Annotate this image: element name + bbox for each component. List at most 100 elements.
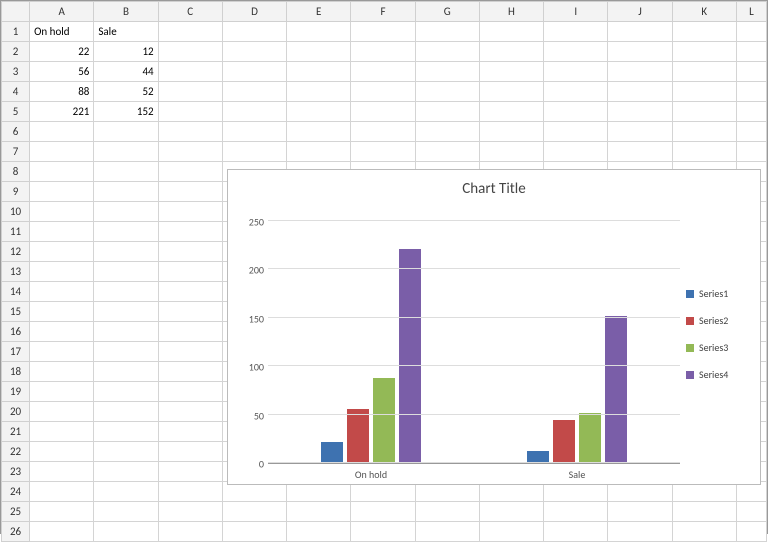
cell-C23[interactable]	[158, 462, 222, 482]
cell-C9[interactable]	[158, 182, 222, 202]
cell-K2[interactable]	[672, 42, 736, 62]
cell-B14[interactable]	[94, 282, 158, 302]
row-header-12[interactable]: 12	[2, 242, 30, 262]
cell-A10[interactable]	[30, 202, 94, 222]
cell-B17[interactable]	[94, 342, 158, 362]
cell-B15[interactable]	[94, 302, 158, 322]
cell-I7[interactable]	[544, 142, 608, 162]
row-header-25[interactable]: 25	[2, 502, 30, 522]
cell-C2[interactable]	[158, 42, 222, 62]
cell-A17[interactable]	[30, 342, 94, 362]
cell-I4[interactable]	[544, 82, 608, 102]
cell-J6[interactable]	[608, 122, 672, 142]
column-header-B[interactable]: B	[94, 2, 158, 22]
cell-L4[interactable]	[736, 82, 766, 102]
row-header-17[interactable]: 17	[2, 342, 30, 362]
row-header-21[interactable]: 21	[2, 422, 30, 442]
cell-I3[interactable]	[544, 62, 608, 82]
cell-A3[interactable]: 56	[30, 62, 94, 82]
row-header-22[interactable]: 22	[2, 442, 30, 462]
cell-B23[interactable]	[94, 462, 158, 482]
cell-K5[interactable]	[672, 102, 736, 122]
cell-C20[interactable]	[158, 402, 222, 422]
cell-D25[interactable]	[222, 502, 286, 522]
cell-C24[interactable]	[158, 482, 222, 502]
cell-E25[interactable]	[287, 502, 351, 522]
row-header-16[interactable]: 16	[2, 322, 30, 342]
row-header-6[interactable]: 6	[2, 122, 30, 142]
cell-C25[interactable]	[158, 502, 222, 522]
row-header-24[interactable]: 24	[2, 482, 30, 502]
cell-A2[interactable]: 22	[30, 42, 94, 62]
cell-A9[interactable]	[30, 182, 94, 202]
cell-L25[interactable]	[736, 502, 766, 522]
cell-J26[interactable]	[608, 522, 672, 542]
column-header-F[interactable]: F	[351, 2, 415, 22]
cell-H7[interactable]	[479, 142, 543, 162]
cell-H2[interactable]	[479, 42, 543, 62]
cell-B16[interactable]	[94, 322, 158, 342]
cell-H1[interactable]	[479, 22, 543, 42]
row-header-26[interactable]: 26	[2, 522, 30, 542]
cell-C10[interactable]	[158, 202, 222, 222]
cell-I1[interactable]	[544, 22, 608, 42]
cell-D5[interactable]	[222, 102, 286, 122]
row-header-18[interactable]: 18	[2, 362, 30, 382]
cell-A22[interactable]	[30, 442, 94, 462]
cell-C12[interactable]	[158, 242, 222, 262]
cell-C14[interactable]	[158, 282, 222, 302]
cell-A14[interactable]	[30, 282, 94, 302]
cell-B1[interactable]: Sale	[94, 22, 158, 42]
cell-C3[interactable]	[158, 62, 222, 82]
column-header-A[interactable]: A	[30, 2, 94, 22]
cell-B18[interactable]	[94, 362, 158, 382]
row-header-1[interactable]: 1	[2, 22, 30, 42]
legend-item-series3[interactable]: Series3	[686, 341, 750, 354]
cell-A18[interactable]	[30, 362, 94, 382]
row-header-13[interactable]: 13	[2, 262, 30, 282]
cell-C22[interactable]	[158, 442, 222, 462]
cell-K4[interactable]	[672, 82, 736, 102]
row-header-15[interactable]: 15	[2, 302, 30, 322]
cell-A8[interactable]	[30, 162, 94, 182]
column-header-G[interactable]: G	[415, 2, 479, 22]
cell-D6[interactable]	[222, 122, 286, 142]
cell-B5[interactable]: 152	[94, 102, 158, 122]
bar-Series1-on-hold[interactable]	[321, 442, 343, 463]
cell-B8[interactable]	[94, 162, 158, 182]
cell-K1[interactable]	[672, 22, 736, 42]
cell-K3[interactable]	[672, 62, 736, 82]
cell-E6[interactable]	[287, 122, 351, 142]
cell-I2[interactable]	[544, 42, 608, 62]
cell-E2[interactable]	[287, 42, 351, 62]
cell-F3[interactable]	[351, 62, 415, 82]
legend-item-series1[interactable]: Series1	[686, 287, 750, 300]
row-header-10[interactable]: 10	[2, 202, 30, 222]
cell-J2[interactable]	[608, 42, 672, 62]
cell-A23[interactable]	[30, 462, 94, 482]
cell-J4[interactable]	[608, 82, 672, 102]
cell-J3[interactable]	[608, 62, 672, 82]
cell-E3[interactable]	[287, 62, 351, 82]
column-header-E[interactable]: E	[287, 2, 351, 22]
cell-B11[interactable]	[94, 222, 158, 242]
row-header-3[interactable]: 3	[2, 62, 30, 82]
column-header-H[interactable]: H	[479, 2, 543, 22]
bar-Series3-on-hold[interactable]	[373, 378, 395, 463]
cell-G7[interactable]	[415, 142, 479, 162]
cell-A1[interactable]: On hold	[30, 22, 94, 42]
row-header-11[interactable]: 11	[2, 222, 30, 242]
cell-A15[interactable]	[30, 302, 94, 322]
cell-C6[interactable]	[158, 122, 222, 142]
cell-F4[interactable]	[351, 82, 415, 102]
cell-D2[interactable]	[222, 42, 286, 62]
row-header-20[interactable]: 20	[2, 402, 30, 422]
row-header-23[interactable]: 23	[2, 462, 30, 482]
cell-B24[interactable]	[94, 482, 158, 502]
cell-B12[interactable]	[94, 242, 158, 262]
cell-G4[interactable]	[415, 82, 479, 102]
cell-B10[interactable]	[94, 202, 158, 222]
cell-F5[interactable]	[351, 102, 415, 122]
cell-F26[interactable]	[351, 522, 415, 542]
row-header-4[interactable]: 4	[2, 82, 30, 102]
